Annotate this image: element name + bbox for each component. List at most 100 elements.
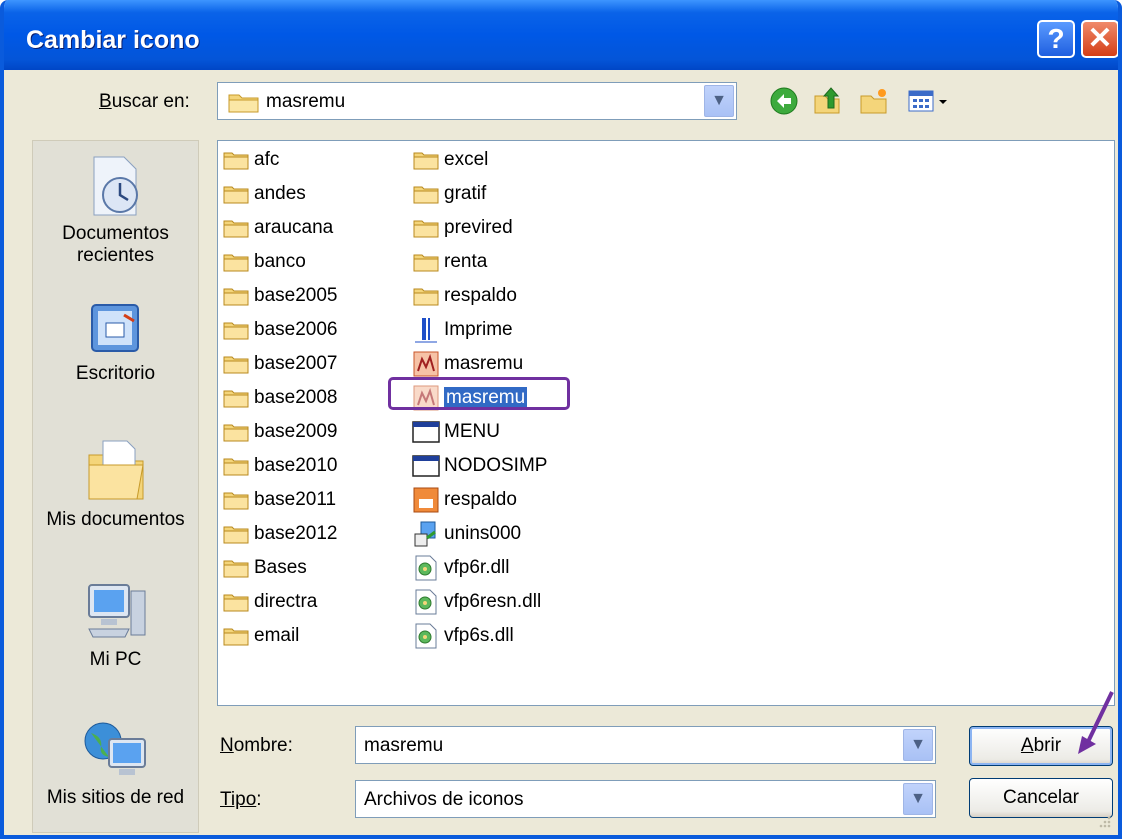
file-item-folder[interactable]: araucana	[222, 213, 333, 243]
file-item-label: banco	[254, 251, 306, 272]
file-item-label: respaldo	[444, 489, 517, 510]
place-desktop[interactable]: Escritorio	[33, 301, 198, 385]
dll-icon	[412, 555, 440, 581]
file-item[interactable]: masremu	[412, 349, 523, 379]
file-item[interactable]: respaldo	[412, 281, 517, 311]
recent-documents-icon	[93, 156, 138, 216]
folder-icon	[222, 419, 250, 445]
help-button[interactable]: ?	[1037, 20, 1075, 58]
name-field[interactable]: masremu ▼	[355, 726, 936, 764]
back-icon[interactable]	[769, 86, 799, 116]
file-item[interactable]: vfp6r.dll	[412, 553, 509, 583]
folder-icon	[228, 94, 259, 113]
folder-icon	[222, 521, 250, 547]
file-item-label: previred	[444, 217, 513, 238]
cancel-button[interactable]: Cancelar	[969, 778, 1113, 818]
folder-icon	[222, 453, 250, 479]
folder-icon	[222, 351, 250, 377]
file-item-folder[interactable]: email	[222, 621, 299, 651]
file-item-folder[interactable]: base2006	[222, 315, 337, 345]
file-item-folder[interactable]: afc	[222, 145, 279, 175]
file-item[interactable]: Imprime	[412, 315, 513, 345]
file-item[interactable]: vfp6s.dll	[412, 621, 514, 651]
name-field-value[interactable]: masremu	[364, 735, 443, 757]
folder-icon	[412, 147, 440, 173]
folder-icon	[412, 215, 440, 241]
file-item-label: Bases	[254, 557, 307, 578]
file-list[interactable]	[217, 140, 1115, 706]
file-item-label: MENU	[444, 421, 500, 442]
file-item-folder[interactable]: base2005	[222, 281, 337, 311]
close-button[interactable]: ✕	[1081, 20, 1118, 58]
folder-icon	[222, 623, 250, 649]
place-label: Documentos	[62, 223, 169, 244]
file-item[interactable]: vfp6resn.dll	[412, 587, 541, 617]
folder-icon	[222, 385, 250, 411]
resize-grip-icon[interactable]	[1098, 815, 1112, 829]
file-item-label: base2008	[254, 387, 338, 408]
up-folder-icon[interactable]	[812, 86, 842, 116]
file-item[interactable]: excel	[412, 145, 488, 175]
title-bar[interactable]: Cambiar icono ? ✕	[4, 0, 1118, 70]
place-label: Mis sitios de red	[46, 787, 185, 808]
file-item[interactable]: NODOSIMP	[412, 451, 547, 481]
chevron-down-icon[interactable]: ▼	[903, 729, 933, 761]
type-select-value: Archivos de iconos	[364, 789, 524, 810]
place-my-computer[interactable]: Mi PC	[33, 579, 198, 671]
file-item-folder[interactable]: base2010	[222, 451, 337, 481]
view-menu-icon[interactable]	[907, 86, 953, 116]
window-title: Cambiar icono	[26, 26, 200, 54]
file-item-label: respaldo	[444, 285, 517, 306]
change-icon-dialog: Cambiar icono ? ✕ Buscar en: masremu ▼ D…	[0, 0, 1122, 839]
file-item[interactable]: renta	[412, 247, 487, 277]
dll-icon	[412, 623, 440, 649]
file-item-folder[interactable]: banco	[222, 247, 306, 277]
file-item-folder[interactable]: base2011	[222, 485, 336, 515]
look-in-combo[interactable]: masremu ▼	[217, 82, 737, 120]
place-label: Escritorio	[75, 363, 156, 384]
program-icon	[412, 317, 440, 343]
file-item-label: unins000	[444, 523, 522, 544]
dll-icon	[412, 589, 440, 615]
place-my-documents[interactable]: Mis documentos	[33, 433, 198, 531]
app-icon-icon	[412, 351, 440, 377]
file-item-label: Imprime	[444, 319, 513, 340]
chevron-down-icon[interactable]: ▼	[903, 783, 933, 815]
window-app-icon	[412, 419, 440, 445]
place-label: recientes	[76, 245, 155, 266]
file-item-label: base2006	[254, 319, 338, 340]
annotation-highlight-box	[388, 377, 570, 410]
my-computer-icon	[87, 584, 145, 638]
folder-icon	[222, 181, 250, 207]
file-item-label: araucana	[254, 217, 334, 238]
file-item-label: email	[254, 625, 300, 646]
place-label: Mis documentos	[46, 509, 185, 530]
file-item[interactable]: previred	[412, 213, 513, 243]
new-folder-icon[interactable]	[859, 86, 889, 116]
file-item[interactable]: unins000	[412, 519, 521, 549]
file-item-folder[interactable]: base2012	[222, 519, 337, 549]
look-in-value: masremu	[266, 91, 346, 112]
file-item-folder[interactable]: base2008	[222, 383, 337, 413]
place-label: Mi PC	[89, 649, 142, 670]
file-item[interactable]: MENU	[412, 417, 500, 447]
file-item[interactable]: respaldo	[412, 485, 517, 515]
folder-icon	[222, 215, 250, 241]
my-documents-icon	[88, 440, 144, 500]
file-item-folder[interactable]: base2007	[222, 349, 337, 379]
file-item[interactable]: gratif	[412, 179, 486, 209]
file-item-folder[interactable]: andes	[222, 179, 306, 209]
chevron-down-icon[interactable]: ▼	[704, 85, 734, 117]
type-select[interactable]: Archivos de iconos ▼	[355, 780, 936, 818]
file-item-folder[interactable]: Bases	[222, 553, 307, 583]
file-item-folder[interactable]: directra	[222, 587, 317, 617]
file-item-label: vfp6r.dll	[444, 557, 510, 578]
place-recent-documents[interactable]: Documentos recientes	[33, 153, 198, 267]
folder-icon	[222, 317, 250, 343]
file-item-folder[interactable]: base2009	[222, 417, 337, 447]
place-network-places[interactable]: Mis sitios de red	[33, 719, 198, 809]
file-item-label: afc	[254, 149, 280, 170]
file-item-label: base2011	[254, 489, 337, 510]
folder-icon	[222, 283, 250, 309]
app-icon-orange-icon	[412, 487, 440, 513]
